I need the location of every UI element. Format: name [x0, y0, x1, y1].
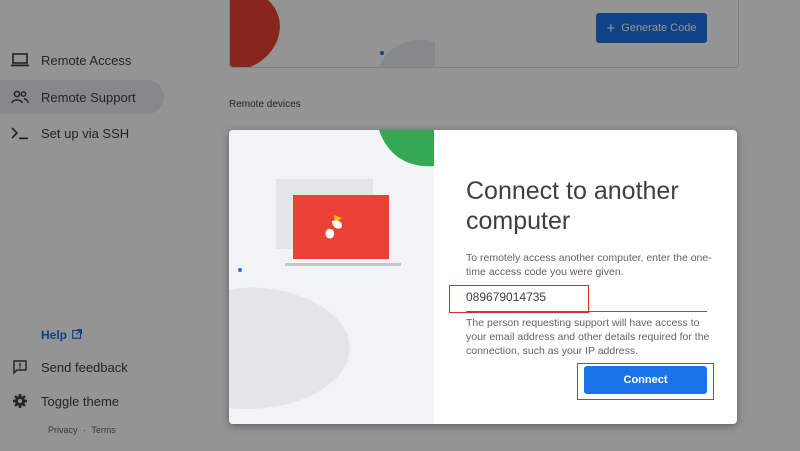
privacy-note: The person requesting support will have … — [466, 317, 710, 357]
connect-highlight-box — [577, 363, 714, 400]
code-highlight-box — [449, 285, 589, 313]
dialog-description: To remotely access another computer, ent… — [466, 252, 712, 278]
dialog-title: Connect to another computer — [466, 177, 679, 235]
dialog-illustration — [229, 130, 434, 424]
